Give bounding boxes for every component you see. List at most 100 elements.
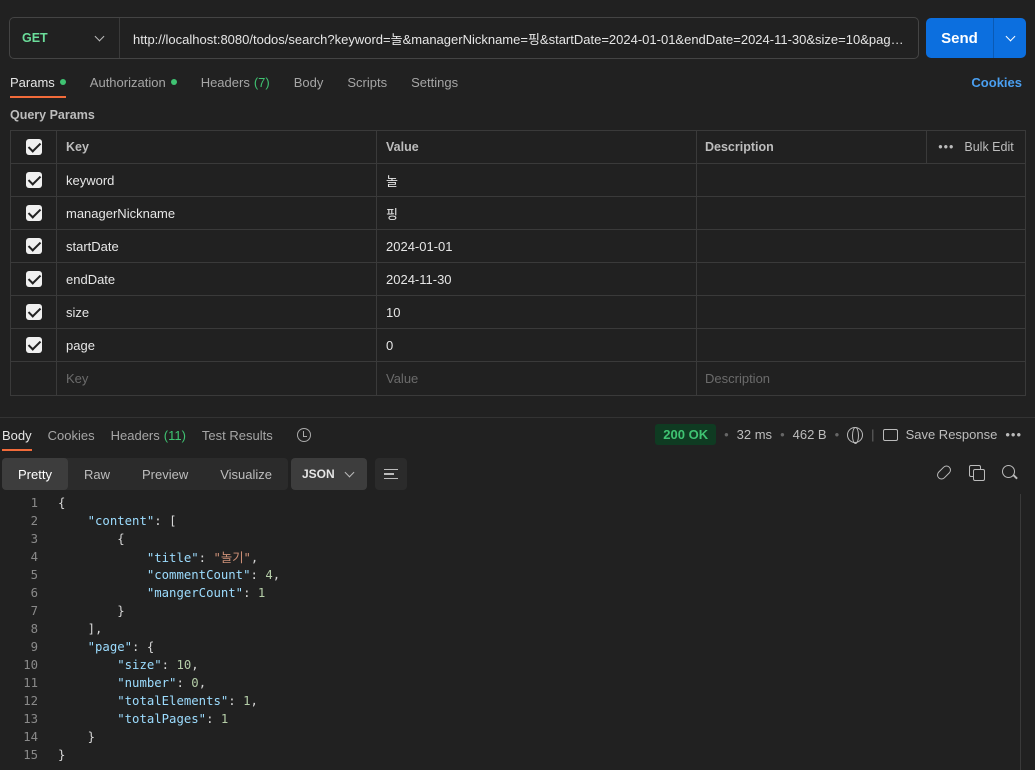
format-select[interactable]: JSON [291,458,367,490]
send-options-button[interactable] [994,18,1026,58]
send-button-group: Send [926,18,1026,58]
row-checkbox[interactable] [25,304,42,320]
row-checkbox[interactable] [25,271,42,287]
table-row: startDate 2024-01-01 [11,230,1025,263]
tab-response-body[interactable]: Body [2,427,32,451]
bulk-edit-button[interactable]: ••• Bulk Edit [926,131,1025,163]
response-actions [935,463,1018,482]
new-key-input[interactable]: Key [56,362,376,395]
param-key[interactable]: page [56,329,376,361]
send-button[interactable]: Send [926,18,994,58]
tab-response-headers-label: Headers [110,427,160,443]
chevron-down-icon [344,467,355,478]
divider [0,417,1035,418]
globe-icon[interactable] [847,426,864,444]
column-header-key: Key [56,131,376,163]
line-number: 5 [30,568,38,582]
code-text: "totalElements": 1, [117,694,258,708]
row-checkbox[interactable] [25,172,42,188]
code-text: "content": [ [87,514,177,528]
tab-response-headers[interactable]: Headers (11) [111,427,186,443]
param-value[interactable]: 0 [376,329,696,361]
query-params-title: Query Params [10,108,95,122]
param-value[interactable]: 놀 [376,164,696,196]
view-visualize[interactable]: Visualize [204,458,288,490]
param-value[interactable]: 2024-11-30 [376,263,696,295]
param-description[interactable] [696,164,1025,196]
url-bar: GET http://localhost:8080/todos/search?k… [9,17,919,59]
view-raw[interactable]: Raw [68,458,126,490]
link-icon [935,463,953,482]
tab-headers[interactable]: Headers (7) [201,74,270,90]
view-mode-switch: Pretty Raw Preview Visualize [2,458,289,490]
tab-params[interactable]: Params [10,74,66,98]
new-description-input[interactable]: Description [696,362,1025,395]
tab-settings[interactable]: Settings [411,74,458,90]
line-number: 4 [30,550,38,564]
param-value[interactable]: 핑 [376,197,696,229]
history-icon[interactable] [296,428,311,442]
code-text: { [58,496,66,510]
chevron-down-icon [94,31,105,42]
tab-response-cookies[interactable]: Cookies [48,427,95,443]
response-body-code[interactable]: 1{2 "content": [3 {4 "title": "놀기", 5 "co… [0,494,1020,764]
line-number: 3 [30,532,38,546]
copy-link-button[interactable] [935,463,953,482]
param-description[interactable] [696,263,1025,295]
column-header-value: Value [376,131,696,163]
param-key[interactable]: startDate [56,230,376,262]
table-row: managerNickname 핑 [11,197,1025,230]
line-number: 8 [30,622,38,636]
param-value[interactable]: 2024-01-01 [376,230,696,262]
status-badge[interactable]: 200 OK [655,424,717,445]
search-icon[interactable] [1002,465,1018,481]
tab-authorization[interactable]: Authorization [90,74,177,90]
param-description[interactable] [696,329,1025,361]
line-number: 7 [30,604,38,618]
separator-dot: • [780,427,785,442]
copy-icon[interactable] [969,465,985,481]
view-preview[interactable]: Preview [126,458,204,490]
wrap-lines-button[interactable] [375,458,407,490]
param-description[interactable] [696,296,1025,328]
response-tabs: Body Cookies Headers (11) Test Results [2,427,311,451]
code-line: 2 "content": [ [0,512,1020,530]
table-row: keyword 놀 [11,164,1025,197]
row-checkbox[interactable] [25,205,42,221]
param-key[interactable]: size [56,296,376,328]
code-line: 6 "mangerCount": 1 [0,584,1020,602]
select-all-checkbox[interactable] [25,139,42,155]
line-number: 15 [23,748,38,762]
row-checkbox[interactable] [25,337,42,353]
separator-line: | [871,427,875,442]
param-description[interactable] [696,197,1025,229]
tab-scripts[interactable]: Scripts [347,74,387,90]
param-description[interactable] [696,230,1025,262]
code-text: } [58,748,66,762]
code-text: "mangerCount": 1 [146,586,266,600]
tab-body[interactable]: Body [294,74,324,90]
param-key[interactable]: managerNickname [56,197,376,229]
row-checkbox[interactable] [25,238,42,254]
method-select[interactable]: GET [10,18,120,58]
scrollbar-track[interactable] [1020,494,1021,770]
param-value[interactable]: 10 [376,296,696,328]
code-text: "number": 0, [117,676,207,690]
code-line: 12 "totalElements": 1, [0,692,1020,710]
param-key[interactable]: keyword [56,164,376,196]
method-label: GET [22,31,48,45]
view-pretty[interactable]: Pretty [2,458,68,490]
line-number: 6 [30,586,38,600]
table-row: endDate 2024-11-30 [11,263,1025,296]
param-key[interactable]: endDate [56,263,376,295]
cookies-link[interactable]: Cookies [971,75,1022,90]
code-line: 9 "page": { [0,638,1020,656]
more-options-icon[interactable]: ••• [1005,427,1022,442]
tab-test-results[interactable]: Test Results [202,427,273,443]
new-value-input[interactable]: Value [376,362,696,395]
response-size[interactable]: 462 B [793,427,827,442]
save-response-button[interactable]: Save Response [906,427,998,442]
line-number: 13 [23,712,38,726]
response-time[interactable]: 32 ms [737,427,772,442]
url-input[interactable]: http://localhost:8080/todos/search?keywo… [120,29,910,48]
